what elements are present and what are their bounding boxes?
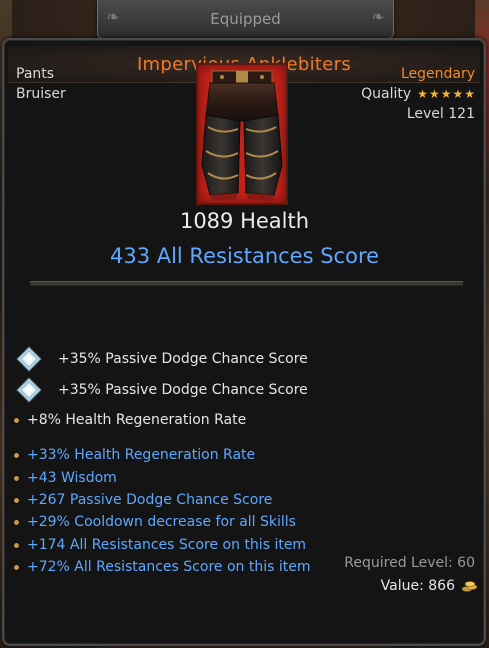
tab-ornament-left-icon: ❧ [106,7,120,26]
section-divider [30,281,463,286]
quality-label: Quality [361,86,412,102]
bullet-icon [14,417,19,423]
affix-text: +72% All Resistances Score on this item [27,559,311,575]
item-level: Level 121 [406,106,475,122]
diamond-gem-icon [14,376,44,404]
affix-text: +33% Health Regeneration Rate [27,447,256,463]
star-icon: ★ [464,87,475,101]
quality-row: Quality ★ ★ ★ ★ ★ [361,84,475,104]
item-meta-left: Pants Bruiser [16,64,66,104]
tab-ornament-right-icon: ❧ [371,7,385,26]
bullet-icon [14,542,19,548]
item-slot: Pants [16,66,55,82]
magic-affix: +29% Cooldown decrease for all Skills [14,514,296,530]
magic-affix: +43 Wisdom [14,470,117,486]
pants-icon [196,63,288,205]
value-text: Value: 866 [380,578,455,594]
star-icon: ★ [452,87,464,101]
affix-text: +8% Health Regeneration Rate [27,412,247,428]
item-rarity: Legendary [400,66,475,82]
star-icon: ★ [428,87,440,101]
magic-affix: +174 All Resistances Score on this item [14,537,306,553]
bullet-icon [14,519,19,525]
gold-coins-icon [461,579,479,593]
star-icon: ★ [417,87,428,101]
bullet-icon [14,475,19,481]
equipped-tab: ❧ Equipped ❧ [97,0,394,39]
bullet-icon [14,497,19,503]
gem-socket-row: +35% Passive Dodge Chance Score [14,345,308,373]
star-icon: ★ [440,87,452,101]
item-meta-right: Legendary Quality ★ ★ ★ ★ ★ Level 121 [361,64,475,124]
magic-affix: +72% All Resistances Score on this item [14,559,310,575]
gem-bonus-text: +35% Passive Dodge Chance Score [58,351,308,367]
required-level: Required Level: 60 [344,555,475,571]
magic-affix: +267 Passive Dodge Chance Score [14,492,272,508]
item-value: Value: 866 [381,578,479,594]
base-affix: +8% Health Regeneration Rate [14,412,246,428]
game-screen: ❧ Equipped ❧ Impervious Anklebiters Pant… [0,0,489,648]
affix-text: +43 Wisdom [27,470,117,486]
magic-affix: +33% Health Regeneration Rate [14,447,255,463]
affix-text: +29% Cooldown decrease for all Skills [27,514,296,530]
diamond-gem-icon [14,345,44,373]
affix-text: +174 All Resistances Score on this item [27,537,307,553]
bullet-icon [14,564,19,570]
equipped-label: Equipped [210,10,281,28]
gem-socket-row: +35% Passive Dodge Chance Score [14,376,308,404]
quality-stars: ★ ★ ★ ★ ★ [417,87,475,101]
primary-stat: 1089 Health [179,209,310,233]
secondary-stat: 433 All Resistances Score [109,244,380,268]
gem-bonus-text: +35% Passive Dodge Chance Score [58,382,308,398]
affix-text: +267 Passive Dodge Chance Score [27,492,273,508]
bullet-icon [14,452,19,458]
item-class: Bruiser [16,86,66,102]
